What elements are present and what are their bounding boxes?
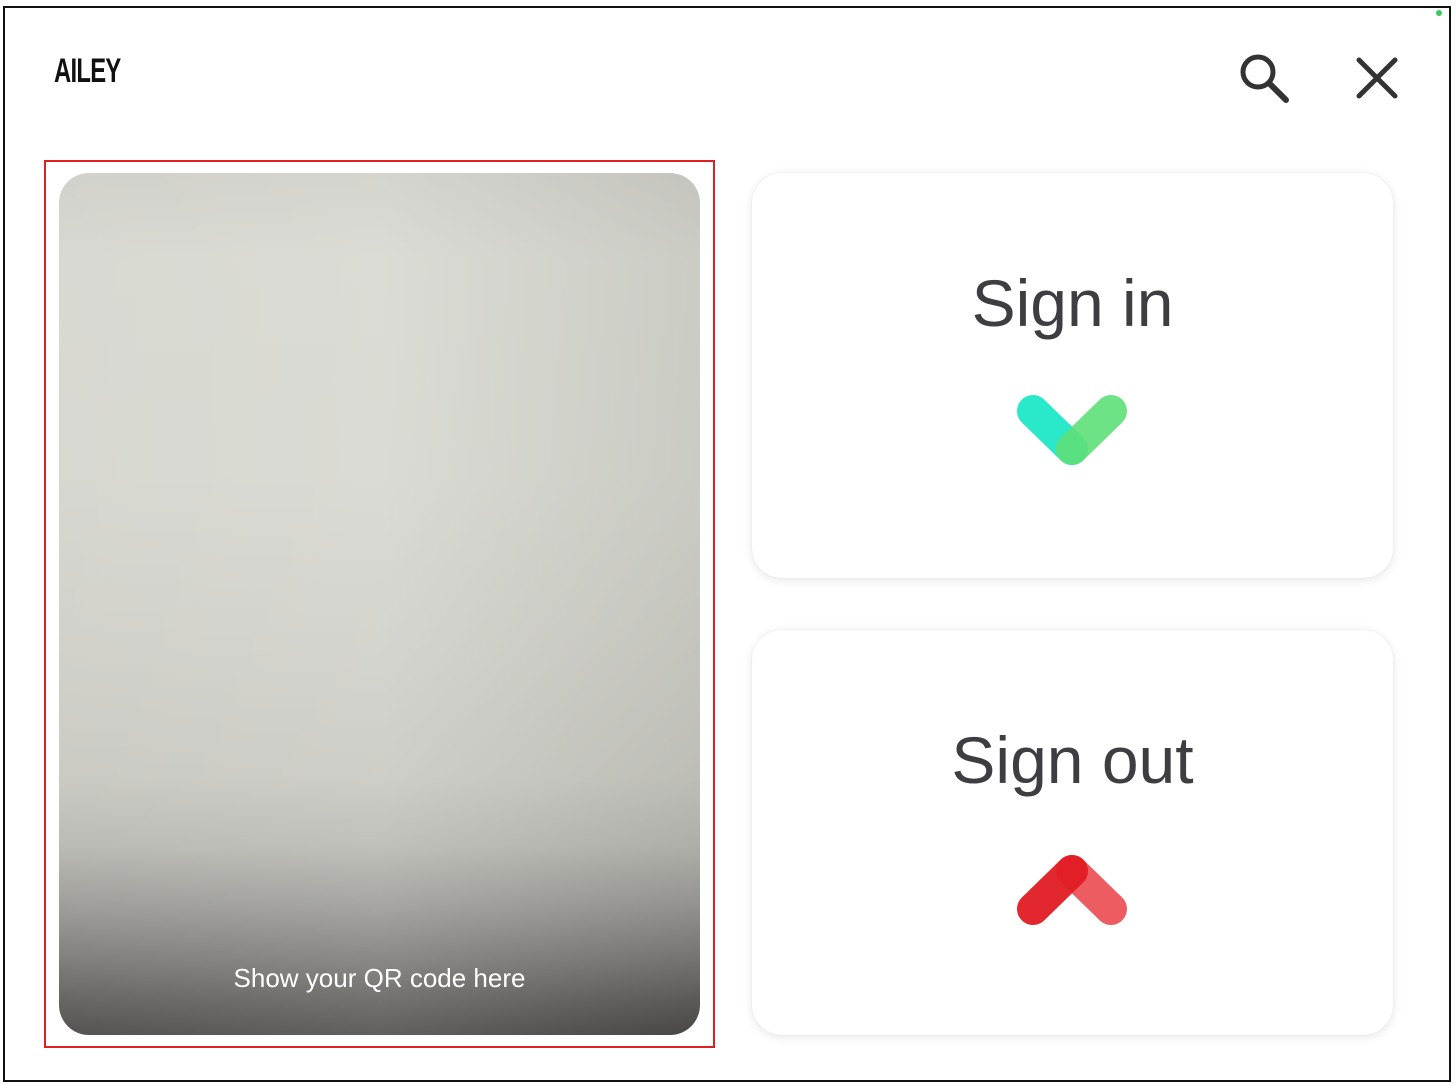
status-indicator (1436, 10, 1442, 16)
close-button[interactable] (1347, 50, 1407, 106)
camera-hint: Show your QR code here (233, 963, 526, 993)
qr-camera-preview[interactable]: Show your QR code here (59, 173, 700, 1035)
brand-logo: AILEY (54, 52, 121, 90)
search-button[interactable] (1234, 50, 1294, 106)
sign-out-label: Sign out (951, 723, 1194, 797)
search-icon (1240, 54, 1289, 103)
chevron-down-icon (1017, 395, 1127, 465)
sign-out-button[interactable]: Sign out (752, 630, 1393, 1035)
chevron-up-icon (1017, 855, 1127, 925)
sign-in-button[interactable]: Sign in (752, 173, 1393, 578)
sign-in-label: Sign in (971, 266, 1174, 340)
close-icon (1356, 57, 1398, 99)
